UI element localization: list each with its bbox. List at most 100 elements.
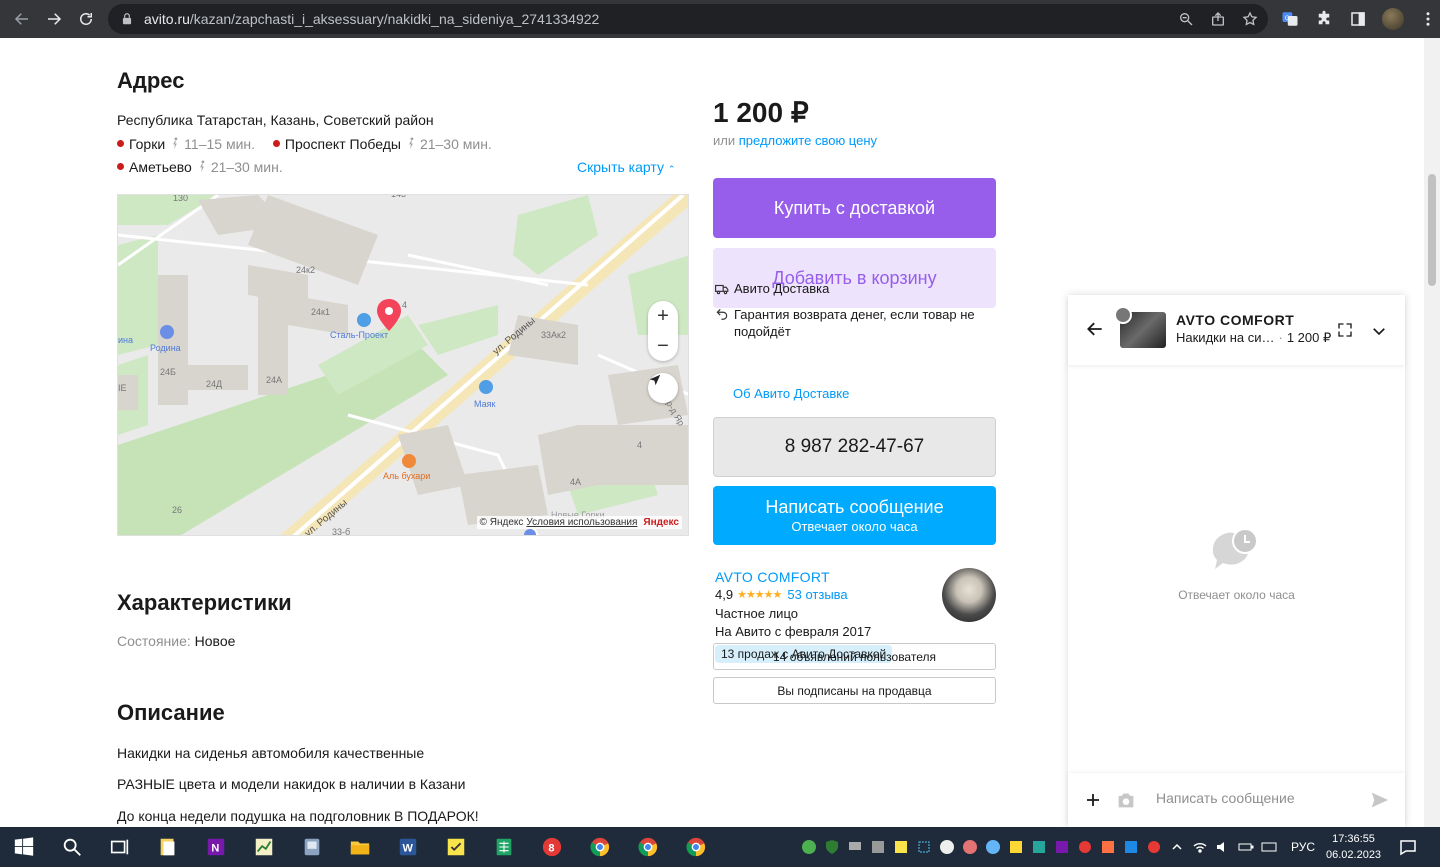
keyboard-icon[interactable] bbox=[1260, 838, 1278, 856]
metro-dot-icon bbox=[117, 163, 124, 170]
arrow-left-icon[interactable] bbox=[1085, 319, 1105, 339]
seller-rating: 4,9 ★★★★★ 53 отзыва bbox=[715, 587, 848, 602]
map-label: 24к2 bbox=[296, 265, 315, 275]
address-title: Адрес bbox=[117, 68, 185, 93]
tray-onenote-icon[interactable] bbox=[1053, 838, 1071, 856]
map-label: 4 bbox=[637, 440, 642, 450]
onenote-icon[interactable]: N bbox=[192, 827, 240, 867]
metro-station: Аметьево 21–30 мин. bbox=[117, 159, 283, 175]
back-icon[interactable] bbox=[6, 3, 38, 35]
tray-monitor-icon[interactable] bbox=[846, 838, 864, 856]
zoom-in-button[interactable]: + bbox=[657, 305, 669, 328]
battery-icon[interactable] bbox=[1237, 838, 1255, 856]
menu-kebab-icon[interactable] bbox=[1418, 9, 1438, 29]
tray-app-icon[interactable] bbox=[1076, 838, 1094, 856]
chat-empty-text: Отвечает около часа bbox=[1178, 588, 1295, 602]
share-icon[interactable] bbox=[1210, 11, 1226, 27]
chat-widget: AVTO COMFORT Накидки на си… · 1 200 ₽ Отве… bbox=[1068, 295, 1405, 827]
map-label: Родина bbox=[150, 343, 181, 353]
tray-app-icon[interactable] bbox=[1145, 838, 1163, 856]
tray-crop-icon[interactable] bbox=[915, 838, 933, 856]
chat-clock-icon bbox=[1212, 528, 1258, 569]
tray-fx-icon[interactable] bbox=[1122, 838, 1140, 856]
tray-app-icon[interactable] bbox=[1030, 838, 1048, 856]
suggest-price-link[interactable]: предложите свою цену bbox=[739, 133, 877, 148]
notification-icon[interactable] bbox=[1398, 837, 1418, 857]
url-text: avito.ru/kazan/zapchasti_i_aksessuary/na… bbox=[144, 11, 600, 27]
shop-poi-icon[interactable] bbox=[357, 313, 371, 327]
expand-window-icon[interactable] bbox=[1336, 321, 1354, 339]
seller-avatar[interactable] bbox=[942, 568, 996, 622]
sticky-notes-icon[interactable] bbox=[432, 827, 480, 867]
zoom-out-button[interactable]: − bbox=[657, 335, 669, 358]
tray-app-icon[interactable] bbox=[800, 838, 818, 856]
system-clock[interactable]: 17:36:55 06.02.2023 bbox=[1326, 831, 1381, 863]
chat-message-input[interactable]: Написать сообщение bbox=[1156, 790, 1295, 806]
subscribed-button[interactable]: Вы подписаны на продавца bbox=[713, 677, 996, 704]
chart-app-icon[interactable] bbox=[240, 827, 288, 867]
reviews-link[interactable]: 53 отзыва bbox=[787, 587, 847, 602]
file-explorer-icon[interactable] bbox=[336, 827, 384, 867]
app-g-icon[interactable]: 8 bbox=[528, 827, 576, 867]
item-thumbnail[interactable] bbox=[1114, 306, 1166, 348]
chrome-icon[interactable] bbox=[672, 827, 720, 867]
locate-me-button[interactable] bbox=[648, 373, 678, 403]
volume-icon[interactable] bbox=[1214, 838, 1232, 856]
cafe-poi-icon[interactable] bbox=[402, 454, 416, 468]
tray-app-icon[interactable] bbox=[869, 838, 887, 856]
seller-since: На Авито с февраля 2017 bbox=[715, 624, 872, 639]
side-panel-icon[interactable] bbox=[1348, 9, 1368, 29]
chat-item-info: Накидки на си… · 1 200 ₽ bbox=[1176, 330, 1332, 345]
seller-listings-button[interactable]: 14 объявлений пользователя bbox=[713, 643, 996, 670]
tray-expand-icon[interactable] bbox=[1168, 838, 1186, 856]
rating-stars-icon: ★★★★★ bbox=[737, 589, 782, 601]
task-view-icon[interactable] bbox=[96, 827, 144, 867]
notes-app-icon[interactable] bbox=[144, 827, 192, 867]
send-icon[interactable] bbox=[1370, 791, 1390, 809]
chrome-icon[interactable] bbox=[624, 827, 672, 867]
star-bookmark-icon[interactable] bbox=[1242, 11, 1258, 27]
app-icon[interactable] bbox=[288, 827, 336, 867]
tray-shield-icon[interactable] bbox=[823, 838, 841, 856]
tray-app-icon[interactable] bbox=[938, 838, 956, 856]
phone-button[interactable]: 8 987 282-47-67 bbox=[713, 417, 996, 477]
seller-name-link[interactable]: AVTO COMFORT bbox=[715, 569, 830, 585]
map-label: Сталь-Проект bbox=[330, 330, 388, 340]
address-bar[interactable]: avito.ru/kazan/zapchasti_i_aksessuary/na… bbox=[108, 4, 1268, 34]
wifi-icon[interactable] bbox=[1191, 838, 1209, 856]
chat-title: AVTO COMFORT bbox=[1176, 312, 1295, 328]
about-delivery-link[interactable]: Об Авито Доставке bbox=[733, 386, 849, 401]
shop-poi-icon[interactable] bbox=[479, 380, 493, 394]
zoom-icon[interactable] bbox=[1178, 11, 1194, 27]
write-message-button[interactable]: Написать сообщение Отвечает около часа bbox=[713, 486, 996, 545]
cinema-poi-icon[interactable] bbox=[160, 325, 174, 339]
buy-with-delivery-button[interactable]: Купить с доставкой bbox=[713, 178, 996, 238]
input-language[interactable]: РУС bbox=[1291, 840, 1315, 854]
camera-icon[interactable] bbox=[1116, 791, 1136, 809]
tray-note-icon[interactable] bbox=[892, 838, 910, 856]
translate-extension-icon[interactable]: G bbox=[1280, 9, 1300, 29]
chevron-down-icon[interactable] bbox=[1370, 322, 1388, 340]
profile-avatar[interactable] bbox=[1382, 8, 1404, 30]
puzzle-extensions-icon[interactable] bbox=[1314, 9, 1334, 29]
tray-sticky-icon[interactable] bbox=[1007, 838, 1025, 856]
word-icon[interactable]: W bbox=[384, 827, 432, 867]
hide-map-link[interactable]: Скрыть карту ⌃ bbox=[577, 159, 675, 175]
tray-app-icon[interactable] bbox=[984, 838, 1002, 856]
reload-icon[interactable] bbox=[70, 3, 102, 35]
add-to-cart-button[interactable]: Добавить в корзину bbox=[713, 248, 996, 308]
forward-icon[interactable] bbox=[38, 3, 70, 35]
spreadsheet-icon[interactable] bbox=[480, 827, 528, 867]
map-terms-link[interactable]: Условия использования bbox=[526, 517, 637, 528]
search-icon[interactable] bbox=[48, 827, 96, 867]
tray-app-icon[interactable] bbox=[1099, 838, 1117, 856]
page-scrollbar[interactable] bbox=[1424, 38, 1440, 827]
chrome-icon[interactable] bbox=[576, 827, 624, 867]
windows-taskbar: N W 8 РУС 17:36:55 06.02.2023 bbox=[0, 827, 1440, 867]
windows-start-icon[interactable] bbox=[0, 827, 48, 867]
plus-icon[interactable] bbox=[1084, 791, 1102, 809]
tray-app-icon[interactable] bbox=[961, 838, 979, 856]
map[interactable]: 130 143 24к2 24к1 Родина 24Б 24Д 24А Ста… bbox=[117, 194, 689, 536]
scrollbar-thumb[interactable] bbox=[1428, 174, 1436, 286]
description-title: Описание bbox=[117, 700, 225, 725]
